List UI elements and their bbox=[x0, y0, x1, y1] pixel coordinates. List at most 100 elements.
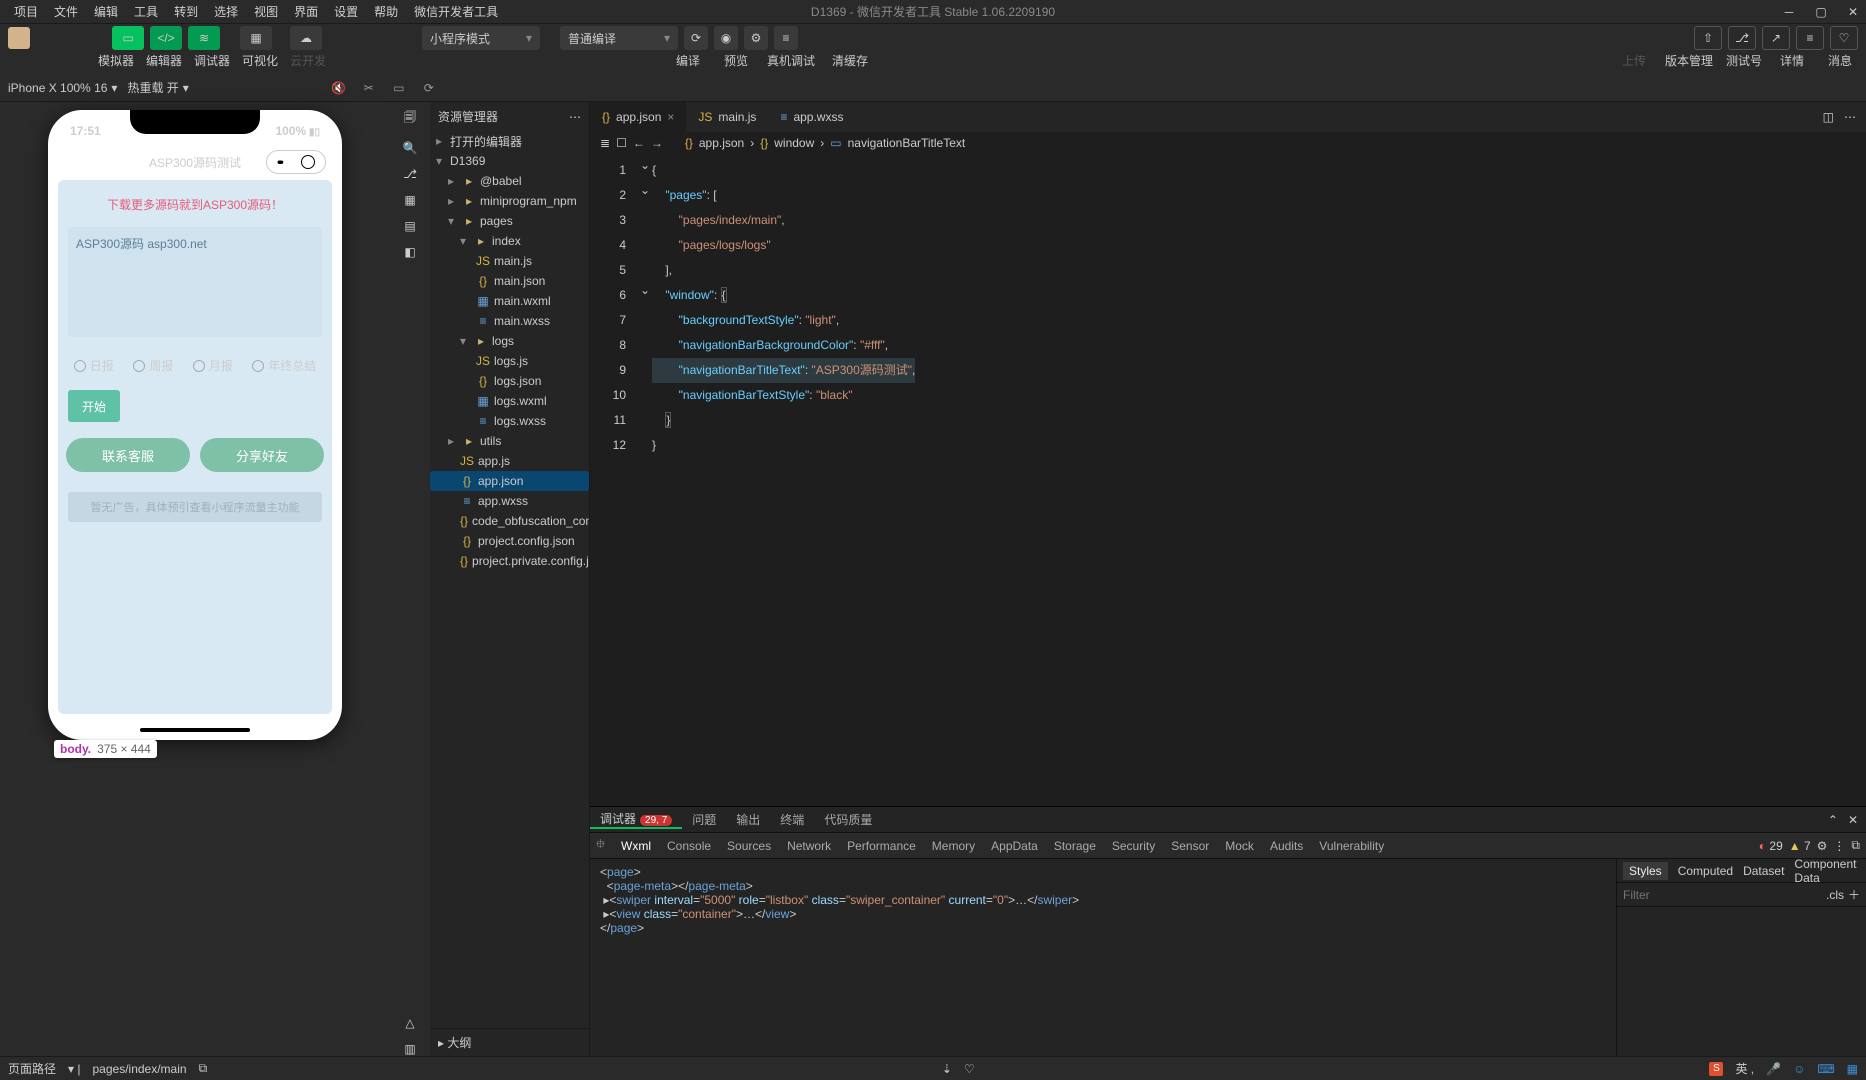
tray-sogou-icon[interactable]: S bbox=[1709, 1062, 1723, 1076]
styletab-compdata[interactable]: Component Data bbox=[1794, 857, 1856, 885]
back-icon[interactable]: ← bbox=[633, 136, 645, 150]
file-logsjson[interactable]: {}logs.json bbox=[430, 371, 589, 391]
capsule[interactable]: ••• bbox=[266, 150, 326, 174]
devtab-memory[interactable]: Memory bbox=[932, 839, 975, 853]
devtab-mock[interactable]: Mock bbox=[1225, 839, 1254, 853]
devtab-appdata[interactable]: AppData bbox=[991, 839, 1038, 853]
tray-emoji-icon[interactable]: ☺ bbox=[1793, 1062, 1805, 1076]
mode-select[interactable]: 小程序模式▾ bbox=[422, 26, 540, 50]
styletab-computed[interactable]: Computed bbox=[1678, 864, 1733, 878]
split-icon[interactable]: ◫ bbox=[1823, 110, 1834, 124]
devtab-vulnerability[interactable]: Vulnerability bbox=[1319, 839, 1384, 853]
cloud-toggle[interactable]: ☁ bbox=[290, 26, 322, 50]
styletab-dataset[interactable]: Dataset bbox=[1743, 864, 1784, 878]
details-button[interactable]: ≡ bbox=[1796, 26, 1824, 50]
popout-icon[interactable]: ⧉ bbox=[1851, 838, 1860, 853]
files-icon[interactable]: 🗐 bbox=[404, 108, 416, 129]
devtab-security[interactable]: Security bbox=[1112, 839, 1155, 853]
share-button[interactable]: 分享好友 bbox=[200, 438, 324, 472]
fwd-icon[interactable]: → bbox=[651, 136, 663, 150]
crumb-file[interactable]: app.json bbox=[699, 136, 744, 150]
close-icon[interactable]: ✕ bbox=[1846, 5, 1860, 19]
styletab-styles[interactable]: Styles bbox=[1623, 862, 1668, 880]
screenshot-icon[interactable]: ✂ bbox=[359, 81, 379, 95]
start-button[interactable]: 开始 bbox=[68, 390, 120, 422]
popout-icon[interactable]: ⟳ bbox=[419, 81, 439, 95]
tab-mainjs[interactable]: JSmain.js bbox=[686, 102, 768, 132]
download-link[interactable]: 下载更多源码就到ASP300源码！ bbox=[58, 190, 332, 219]
file-appwxss[interactable]: ≡app.wxss bbox=[430, 491, 589, 511]
gear-icon[interactable]: ⚙ bbox=[1817, 839, 1828, 853]
menu-settings[interactable]: 设置 bbox=[326, 3, 366, 20]
menu-wechat-devtools[interactable]: 微信开发者工具 bbox=[406, 3, 506, 20]
device-select[interactable]: iPhone X 100% 16▾ bbox=[8, 81, 117, 95]
editor-toggle[interactable]: </> bbox=[150, 26, 182, 50]
menu-project[interactable]: 项目 bbox=[6, 3, 46, 20]
git-icon[interactable]: ⎇ bbox=[403, 167, 417, 181]
folder-index[interactable]: ▾▸index bbox=[430, 231, 589, 251]
version-button[interactable]: ⎇ bbox=[1728, 26, 1756, 50]
warning-icon[interactable]: △ bbox=[405, 1016, 414, 1030]
search-icon[interactable]: 🔍 bbox=[403, 141, 418, 155]
download-icon[interactable]: ⇣ bbox=[942, 1062, 952, 1076]
radio-daily[interactable]: 日报 bbox=[74, 357, 114, 374]
crumb-prop[interactable]: navigationBarTitleText bbox=[848, 136, 966, 150]
file-appjs[interactable]: JSapp.js bbox=[430, 451, 589, 471]
devtab-storage[interactable]: Storage bbox=[1054, 839, 1096, 853]
devtab-console[interactable]: Console bbox=[667, 839, 711, 853]
collapse-icon[interactable]: ▥ bbox=[404, 1042, 415, 1056]
contact-button[interactable]: 联系客服 bbox=[66, 438, 190, 472]
bookmark-icon[interactable]: ☐ bbox=[616, 136, 627, 150]
plugin-icon[interactable]: ◧ bbox=[404, 245, 415, 259]
folder-babel[interactable]: ▸▸@babel bbox=[430, 171, 589, 191]
mute-icon[interactable]: 🔇 bbox=[329, 81, 349, 95]
file-projprivate[interactable]: {}project.private.config.js... bbox=[430, 551, 589, 571]
radio-yearly[interactable]: 年终总结 bbox=[252, 357, 316, 374]
ext-icon[interactable]: ▦ bbox=[404, 193, 415, 207]
minimize-icon[interactable]: ─ bbox=[1782, 5, 1796, 19]
compile-select[interactable]: 普通编译▾ bbox=[560, 26, 678, 50]
dbgtab-terminal[interactable]: 终端 bbox=[770, 811, 814, 828]
menu-view[interactable]: 视图 bbox=[246, 3, 286, 20]
cls-toggle[interactable]: .cls bbox=[1826, 888, 1844, 902]
menu-file[interactable]: 文件 bbox=[46, 3, 86, 20]
crumb-window[interactable]: window bbox=[774, 136, 814, 150]
file-projconfig[interactable]: {}project.config.json bbox=[430, 531, 589, 551]
upload-button[interactable]: ⇧ bbox=[1694, 26, 1722, 50]
clearcache-button[interactable]: ≡ bbox=[774, 26, 798, 50]
tab-appwxss[interactable]: ≡app.wxss bbox=[768, 102, 855, 132]
devtab-sources[interactable]: Sources bbox=[727, 839, 771, 853]
avatar[interactable] bbox=[8, 27, 30, 49]
devtab-performance[interactable]: Performance bbox=[847, 839, 916, 853]
copy-icon[interactable]: ⧉ bbox=[199, 1061, 208, 1076]
more-icon[interactable]: ⋯ bbox=[569, 110, 581, 124]
outline-section[interactable]: ▸ 大纲 bbox=[430, 1028, 589, 1056]
chevron-up-icon[interactable]: ⌃ bbox=[1828, 813, 1838, 827]
open-editors[interactable]: ▸打开的编辑器 bbox=[430, 131, 589, 151]
devtab-audits[interactable]: Audits bbox=[1270, 839, 1303, 853]
maximize-icon[interactable]: ▢ bbox=[1814, 5, 1828, 19]
menu-goto[interactable]: 转到 bbox=[166, 3, 206, 20]
more-icon[interactable]: ⋮ bbox=[1833, 839, 1845, 853]
menu-select[interactable]: 选择 bbox=[206, 3, 246, 20]
file-mainwxss[interactable]: ≡main.wxss bbox=[430, 311, 589, 331]
code-editor[interactable]: 123456789101112 ⌄⌄⌄ { "pages": [ "pages/… bbox=[590, 154, 1866, 806]
compile-button[interactable]: ⟳ bbox=[684, 26, 708, 50]
close-icon[interactable]: ✕ bbox=[1848, 813, 1858, 827]
add-icon[interactable]: ＋ bbox=[1848, 886, 1860, 903]
devtab-wxml[interactable]: Wxml bbox=[621, 839, 651, 853]
list-icon[interactable]: ≣ bbox=[600, 136, 610, 150]
tray-kbd-icon[interactable]: ⌨ bbox=[1817, 1062, 1834, 1076]
realdevice-button[interactable]: ⚙ bbox=[744, 26, 768, 50]
file-logsjs[interactable]: JSlogs.js bbox=[430, 351, 589, 371]
style-filter-input[interactable] bbox=[1623, 888, 1822, 902]
file-mainwxml[interactable]: ▦main.wxml bbox=[430, 291, 589, 311]
folder-utils[interactable]: ▸▸utils bbox=[430, 431, 589, 451]
wxml-tree[interactable]: <page> <page-meta></page-meta> ▸<swiper … bbox=[590, 859, 1616, 1056]
menu-tools[interactable]: 工具 bbox=[126, 3, 166, 20]
testnum-button[interactable]: ↗ bbox=[1762, 26, 1790, 50]
folder-pages[interactable]: ▾▸pages bbox=[430, 211, 589, 231]
radio-weekly[interactable]: 周报 bbox=[133, 357, 173, 374]
tray-grid-icon[interactable]: ▦ bbox=[1847, 1062, 1858, 1076]
bell-icon[interactable]: ♡ bbox=[964, 1062, 975, 1076]
